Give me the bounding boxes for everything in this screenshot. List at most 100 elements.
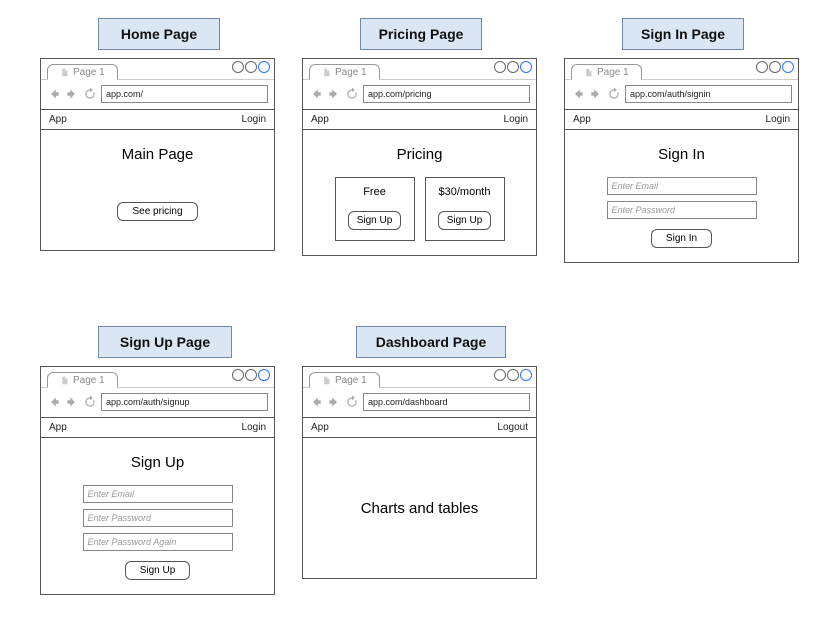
back-icon[interactable]	[309, 87, 323, 101]
browser-tab[interactable]: Page 1	[47, 372, 118, 388]
window-dot-min-icon[interactable]	[756, 61, 768, 73]
menubar: App Login	[303, 110, 536, 130]
plan-row: Free Sign Up $30/month Sign Up	[313, 177, 526, 241]
back-icon[interactable]	[47, 395, 61, 409]
window-dot-close-icon[interactable]	[520, 61, 532, 73]
page-heading: Pricing	[313, 146, 526, 163]
window-controls[interactable]	[494, 61, 532, 73]
browser-tab[interactable]: Page 1	[309, 64, 380, 80]
dashboard-body-text: Charts and tables	[361, 500, 479, 517]
forward-icon[interactable]	[589, 87, 603, 101]
signin-submit-button[interactable]: Sign In	[651, 229, 712, 248]
window-dot-min-icon[interactable]	[494, 369, 506, 381]
plan-signup-button[interactable]: Sign Up	[438, 211, 492, 230]
nav-row: app.com/dashboard	[303, 387, 536, 417]
forward-icon[interactable]	[327, 395, 341, 409]
mockup-signup: Page 1 app.com/auth/signup App Login Sig…	[40, 366, 275, 595]
window-dot-min-icon[interactable]	[494, 61, 506, 73]
nav-row: app.com/auth/signin	[565, 79, 798, 109]
back-icon[interactable]	[571, 87, 585, 101]
menu-app[interactable]: App	[49, 422, 67, 433]
forward-icon[interactable]	[327, 87, 341, 101]
menu-login[interactable]: Login	[504, 114, 528, 125]
refresh-icon[interactable]	[83, 395, 97, 409]
refresh-icon[interactable]	[83, 87, 97, 101]
plan-card-free: Free Sign Up	[335, 177, 415, 241]
see-pricing-button[interactable]: See pricing	[117, 202, 197, 221]
mockup-signin: Page 1 app.com/auth/signin App Login Sig…	[564, 58, 799, 263]
url-bar[interactable]: app.com/dashboard	[363, 393, 530, 411]
browser-chrome: Page 1 app.com/auth/signin	[565, 59, 798, 110]
page-heading: Sign Up	[51, 454, 264, 471]
window-controls[interactable]	[232, 369, 270, 381]
menu-login[interactable]: Login	[242, 114, 266, 125]
browser-tab[interactable]: Page 1	[47, 64, 118, 80]
page-content-home: Main Page See pricing	[41, 130, 274, 250]
browser-tab[interactable]: Page 1	[571, 64, 642, 80]
menu-app[interactable]: App	[311, 114, 329, 125]
tab-doc-icon	[584, 68, 593, 77]
refresh-icon[interactable]	[345, 87, 359, 101]
menu-login[interactable]: Login	[242, 422, 266, 433]
tab-doc-icon	[322, 68, 331, 77]
tab-row: Page 1	[303, 59, 536, 79]
menu-app[interactable]: App	[573, 114, 591, 125]
browser-tab[interactable]: Page 1	[309, 372, 380, 388]
menu-app[interactable]: App	[311, 422, 329, 433]
plan-name: $30/month	[430, 186, 500, 198]
mockup-dashboard: Page 1 app.com/dashboard App Logout Char…	[302, 366, 537, 579]
nav-row: app.com/	[41, 79, 274, 109]
window-dot-min-icon[interactable]	[232, 369, 244, 381]
menubar: App Login	[41, 418, 274, 438]
refresh-icon[interactable]	[345, 395, 359, 409]
window-controls[interactable]	[494, 369, 532, 381]
window-controls[interactable]	[756, 61, 794, 73]
window-dot-close-icon[interactable]	[258, 369, 270, 381]
menu-logout[interactable]: Logout	[497, 422, 528, 433]
back-icon[interactable]	[47, 87, 61, 101]
tab-row: Page 1	[41, 367, 274, 387]
tab-label: Page 1	[597, 67, 629, 78]
page-content-pricing: Pricing Free Sign Up $30/month Sign Up	[303, 130, 536, 255]
page-heading: Sign In	[575, 146, 788, 163]
nav-row: app.com/pricing	[303, 79, 536, 109]
window-dot-max-icon[interactable]	[245, 369, 257, 381]
password-field[interactable]: Enter Password	[607, 201, 757, 219]
page-content-signup: Sign Up Enter Email Enter Password Enter…	[41, 438, 274, 594]
url-bar[interactable]: app.com/pricing	[363, 85, 530, 103]
title-signin: Sign In Page	[622, 18, 744, 50]
forward-icon[interactable]	[65, 87, 79, 101]
window-dot-close-icon[interactable]	[258, 61, 270, 73]
browser-chrome: Page 1 app.com/pricing	[303, 59, 536, 110]
menu-login[interactable]: Login	[766, 114, 790, 125]
window-dot-max-icon[interactable]	[507, 369, 519, 381]
back-icon[interactable]	[309, 395, 323, 409]
url-bar[interactable]: app.com/auth/signin	[625, 85, 792, 103]
refresh-icon[interactable]	[607, 87, 621, 101]
page-content-signin: Sign In Enter Email Enter Password Sign …	[565, 130, 798, 262]
password-field[interactable]: Enter Password	[83, 509, 233, 527]
window-dot-min-icon[interactable]	[232, 61, 244, 73]
plan-signup-button[interactable]: Sign Up	[348, 211, 402, 230]
forward-icon[interactable]	[65, 395, 79, 409]
window-dot-max-icon[interactable]	[245, 61, 257, 73]
menu-app[interactable]: App	[49, 114, 67, 125]
tab-row: Page 1	[41, 59, 274, 79]
email-field[interactable]: Enter Email	[607, 177, 757, 195]
url-bar[interactable]: app.com/auth/signup	[101, 393, 268, 411]
mockup-pricing: Page 1 app.com/pricing App Login Pricing…	[302, 58, 537, 256]
confirm-password-field[interactable]: Enter Password Again	[83, 533, 233, 551]
window-dot-max-icon[interactable]	[507, 61, 519, 73]
title-signup: Sign Up Page	[98, 326, 232, 358]
window-controls[interactable]	[232, 61, 270, 73]
email-field[interactable]: Enter Email	[83, 485, 233, 503]
url-bar[interactable]: app.com/	[101, 85, 268, 103]
tab-row: Page 1	[565, 59, 798, 79]
window-dot-close-icon[interactable]	[782, 61, 794, 73]
title-dashboard: Dashboard Page	[356, 326, 506, 358]
window-dot-close-icon[interactable]	[520, 369, 532, 381]
signup-submit-button[interactable]: Sign Up	[125, 561, 191, 580]
tab-label: Page 1	[335, 67, 367, 78]
browser-chrome: Page 1 app.com/dashboard	[303, 367, 536, 418]
window-dot-max-icon[interactable]	[769, 61, 781, 73]
